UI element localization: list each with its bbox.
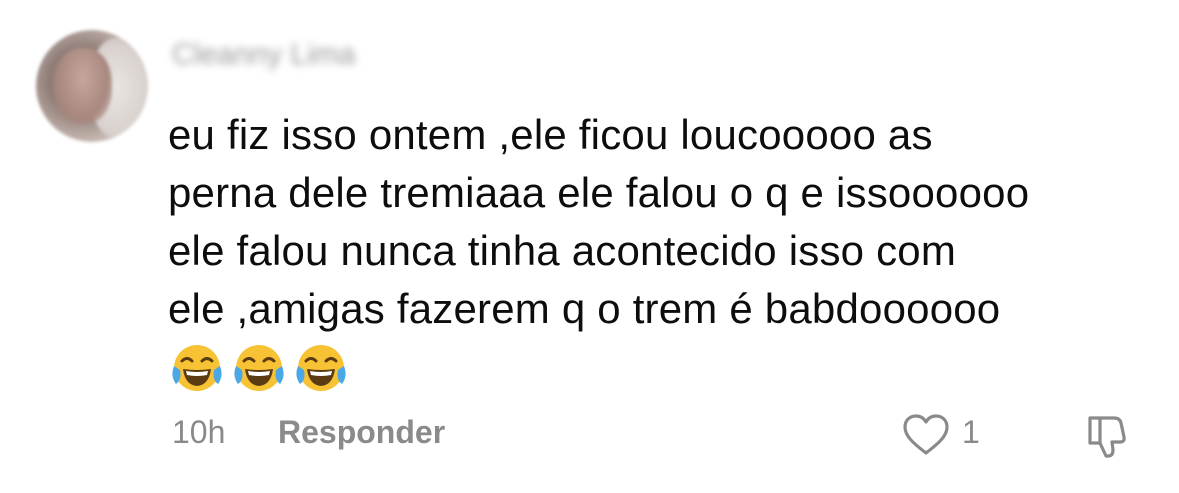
- face-with-tears-of-joy-icon: [234, 345, 284, 391]
- comment-text-line: eu fiz isso ontem ,ele ficou loucooooo a…: [168, 111, 933, 158]
- avatar[interactable]: [36, 30, 148, 142]
- reply-button[interactable]: Responder: [278, 414, 445, 451]
- comment-text-line: ele ,amigas fazerem q o trem é babdooooo…: [168, 285, 1001, 332]
- heart-icon[interactable]: [901, 413, 951, 457]
- thumbs-down-icon[interactable]: [1084, 410, 1134, 460]
- comment-text-line: perna dele tremiaaa ele falou o q e isso…: [168, 169, 1030, 216]
- face-with-tears-of-joy-icon: [296, 345, 346, 391]
- like-count: 1: [962, 414, 980, 450]
- timestamp: 10h: [172, 414, 226, 450]
- comment-text: eu fiz isso ontem ,ele ficou loucooooo a…: [168, 106, 1158, 338]
- emoji-row: [170, 342, 348, 396]
- avatar-face: [54, 48, 112, 124]
- face-with-tears-of-joy-icon: [172, 345, 222, 391]
- username[interactable]: Cleanny Lima: [172, 38, 355, 72]
- comment-item: Cleanny Lima eu fiz isso ontem ,ele fico…: [0, 0, 1179, 493]
- comment-text-line: ele falou nunca tinha acontecido isso co…: [168, 227, 957, 274]
